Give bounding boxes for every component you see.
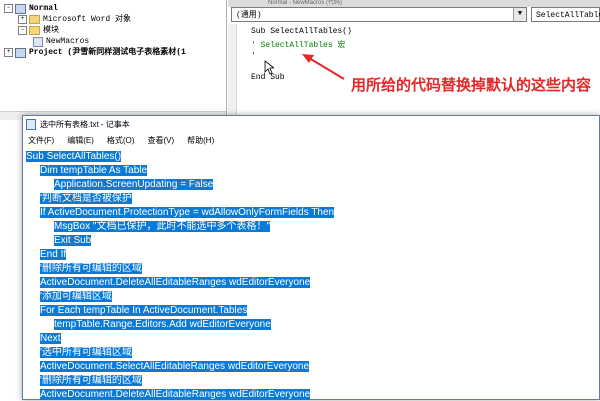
annotation-text: 用所给的代码替换掉默认的这些内容 [351, 77, 592, 94]
project-icon [15, 3, 26, 14]
tree-node-project[interactable]: + Project (尹雪新同样测试电子表格素材(1 [4, 47, 186, 58]
text-line: '删除所有可编辑的区域 [40, 375, 142, 386]
module-icon [33, 36, 43, 47]
expand-icon[interactable]: + [18, 15, 27, 24]
menu-format[interactable]: 格式(O) [107, 135, 135, 146]
code-line: ' SelectAllTables 宏 [251, 41, 346, 50]
text-line: Sub SelectAllTables() [26, 151, 122, 162]
folder-icon [29, 26, 40, 35]
procedure-combo[interactable]: SelectAllTables [531, 7, 600, 22]
text-line: '判断文档是否被保护 [40, 193, 132, 204]
object-combo[interactable]: (通用) ▼ [231, 7, 527, 22]
menu-help[interactable]: 帮助(H) [187, 135, 214, 146]
collapse-icon[interactable]: − [18, 26, 27, 35]
mouse-cursor-icon [264, 60, 274, 75]
project-icon [15, 47, 26, 58]
text-line: Application.ScreenUpdating = False [54, 179, 214, 190]
text-line: End If [40, 249, 67, 260]
chevron-down-icon[interactable]: ▼ [513, 8, 526, 21]
notepad-icon [26, 119, 36, 130]
notepad-window[interactable]: 选中所有表格.txt - 记事本 文件(F) 编辑(E) 格式(O) 查看(V)… [22, 115, 600, 400]
text-line: Next [40, 333, 61, 344]
notepad-titlebar[interactable]: 选中所有表格.txt - 记事本 [23, 116, 599, 133]
collapse-icon[interactable]: − [4, 4, 13, 13]
text-line: '选中所有可编辑区域 [40, 347, 132, 358]
notepad-text-area[interactable]: Sub SelectAllTables() Dim tempTable As T… [26, 151, 599, 400]
text-line: For Each tempTable In ActiveDocument.Tab… [40, 305, 248, 316]
folder-icon [29, 15, 40, 24]
menu-file[interactable]: 文件(F) [28, 135, 54, 146]
code-line: ' [251, 52, 256, 61]
text-line: MsgBox "文档已保护，此时不能选中多个表格！" [54, 221, 271, 232]
text-line: ActiveDocument.DeleteAllEditableRanges w… [40, 389, 311, 400]
text-line: Exit Sub [54, 235, 92, 246]
text-line: '添加可编辑区域 [40, 291, 112, 302]
menu-edit[interactable]: 编辑(E) [67, 135, 94, 146]
menu-view[interactable]: 查看(V) [147, 135, 174, 146]
code-editor[interactable]: Sub SelectAllTables() ' SelectAllTables … [237, 24, 600, 120]
tree-node-modules[interactable]: − 模块 [18, 25, 59, 36]
text-line: ActiveDocument.SelectAllEditableRanges w… [40, 361, 310, 372]
expand-icon[interactable]: + [4, 48, 13, 57]
code-line: Sub SelectAllTables() [251, 27, 352, 36]
text-line: If ActiveDocument.ProtectionType = wdAll… [40, 207, 335, 218]
text-line: tempTable.Range.Editors.Add wdEditorEver… [54, 319, 271, 330]
tree-node-newmacros[interactable]: NewMacros [33, 36, 89, 47]
text-line: ActiveDocument.DeleteAllEditableRanges w… [40, 277, 311, 288]
project-explorer: − Normal + Microsoft Word 对象 − 模块 NewMac… [0, 0, 227, 120]
code-margin [228, 24, 237, 120]
tree-node-normal[interactable]: − Normal [4, 3, 58, 14]
code-window-titlebar: Normal - NewMacros (代码) [228, 0, 600, 7]
text-line: Dim tempTable As Table [40, 165, 148, 176]
notepad-menubar: 文件(F) 编辑(E) 格式(O) 查看(V) 帮助(H) [23, 133, 599, 148]
tree-node-word-objects[interactable]: + Microsoft Word 对象 [18, 14, 131, 25]
text-line: '删除所有可编辑的区域 [40, 263, 142, 274]
